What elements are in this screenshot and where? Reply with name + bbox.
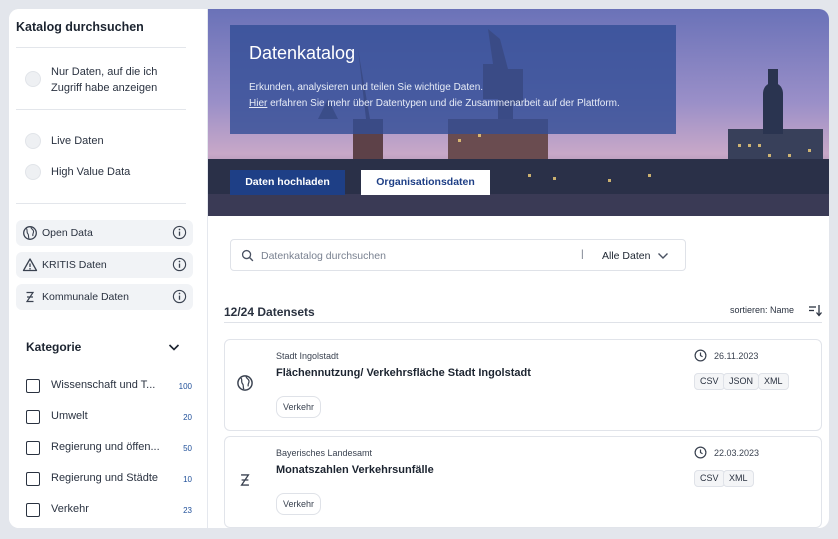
category-label: Umwelt [51,410,88,422]
search-bar[interactable]: Datenkatalog durchsuchen | Alle Daten [230,239,686,271]
category-count: 23 [183,506,192,515]
kommunal-icon [25,291,35,303]
category-count: 20 [183,413,192,422]
organization-data-button[interactable]: Organisationsdaten [361,170,490,195]
category-checkbox[interactable] [26,441,40,455]
info-icon[interactable] [172,225,187,240]
sort-control[interactable]: sortieren: Name [730,305,794,315]
format-badge: CSV [694,470,725,487]
hero-banner: Datenkatalog Erkunden, analysieren und t… [208,9,829,216]
hero-title: Datenkatalog [249,43,356,63]
data-type-select[interactable]: Alle Daten [602,250,650,262]
dataset-date: 22.03.2023 [714,448,760,458]
category-checkbox[interactable] [26,410,40,424]
chip-label: Kommunale Daten [42,291,129,303]
dataset-date: 26.11.2023 [714,351,759,361]
format-badge: XML [723,470,754,487]
chip-label: KRITIS Daten [42,259,107,271]
info-icon[interactable] [172,289,187,304]
info-icon[interactable] [172,257,187,272]
category-label: Regierung und öffen... [51,441,160,453]
format-badge: XML [758,373,789,390]
result-count: 12/24 Datensets [224,305,315,319]
format-badge: JSON [723,373,760,390]
divider [224,322,822,323]
category-count: 50 [183,444,192,453]
warning-icon [22,258,38,272]
chip-label: Open Data [42,227,93,239]
search-separator: | [581,249,584,260]
divider [16,47,186,48]
hero-info-box: Datenkatalog Erkunden, analysieren und t… [230,25,676,134]
high-value-data-label: High Value Data [51,166,131,178]
dataset-publisher: Stadt Ingolstadt [276,351,339,361]
chip-kommunale-daten[interactable]: Kommunale Daten [16,284,193,310]
filter-sidebar: Katalog durchsuchen Nur Daten, auf die i… [9,9,208,528]
dataset-card[interactable]: Bayerisches Landesamt Monatszahlen Verke… [224,436,822,528]
category-label: Verkehr [51,503,89,515]
divider [16,203,186,204]
category-checkbox[interactable] [26,503,40,517]
app-window: Katalog durchsuchen Nur Daten, auf die i… [9,9,829,528]
category-title: Kategorie [26,340,82,354]
dataset-publisher: Bayerisches Landesamt [276,448,373,458]
hero-description: Erkunden, analysieren und teilen Sie wic… [249,82,484,93]
dataset-tag[interactable]: Verkehr [276,493,322,515]
live-data-label: Live Daten [51,135,104,147]
chip-open-data[interactable]: Open Data [16,220,193,246]
globe-icon [237,375,253,391]
dataset-title[interactable]: Flächennutzung/ Verkehrsfläche Stadt Ing… [276,367,531,379]
globe-icon [23,226,37,240]
dataset-tag[interactable]: Verkehr [276,396,322,418]
category-label: Regierung und Städte [51,472,159,484]
sidebar-title: Katalog durchsuchen [16,20,144,34]
kommunal-icon [240,474,250,486]
sort-value: Name [770,305,795,315]
clock-icon [694,446,707,459]
category-checkbox[interactable] [26,379,40,393]
category-checkbox[interactable] [26,472,40,486]
format-badge: CSV [694,373,725,390]
live-data-toggle[interactable] [25,133,41,149]
sort-icon[interactable] [808,303,822,317]
dataset-title[interactable]: Monatszahlen Verkehrsunfälle [276,464,434,476]
hier-link[interactable]: Hier [249,98,267,109]
dataset-card[interactable]: Stadt Ingolstadt Flächennutzung/ Verkehr… [224,339,822,431]
high-value-data-toggle[interactable] [25,164,41,180]
search-input[interactable]: Datenkatalog durchsuchen [261,250,386,262]
category-count: 100 [178,382,192,391]
chevron-down-icon[interactable] [657,250,669,262]
access-only-toggle[interactable] [25,71,41,87]
access-only-label: Nur Daten, auf die ich Zugriff habe anze… [51,66,158,94]
chip-kritis-daten[interactable]: KRITIS Daten [16,252,193,278]
upload-data-button[interactable]: Daten hochladen [230,170,345,195]
chevron-down-icon[interactable] [167,340,181,354]
clock-icon [694,349,707,362]
category-count: 10 [183,475,192,484]
search-icon [241,249,254,262]
category-label: Wissenschaft und T... [51,379,156,391]
hero-description-more: Hier erfahren Sie mehr über Datentypen u… [249,98,620,109]
divider [16,109,186,110]
